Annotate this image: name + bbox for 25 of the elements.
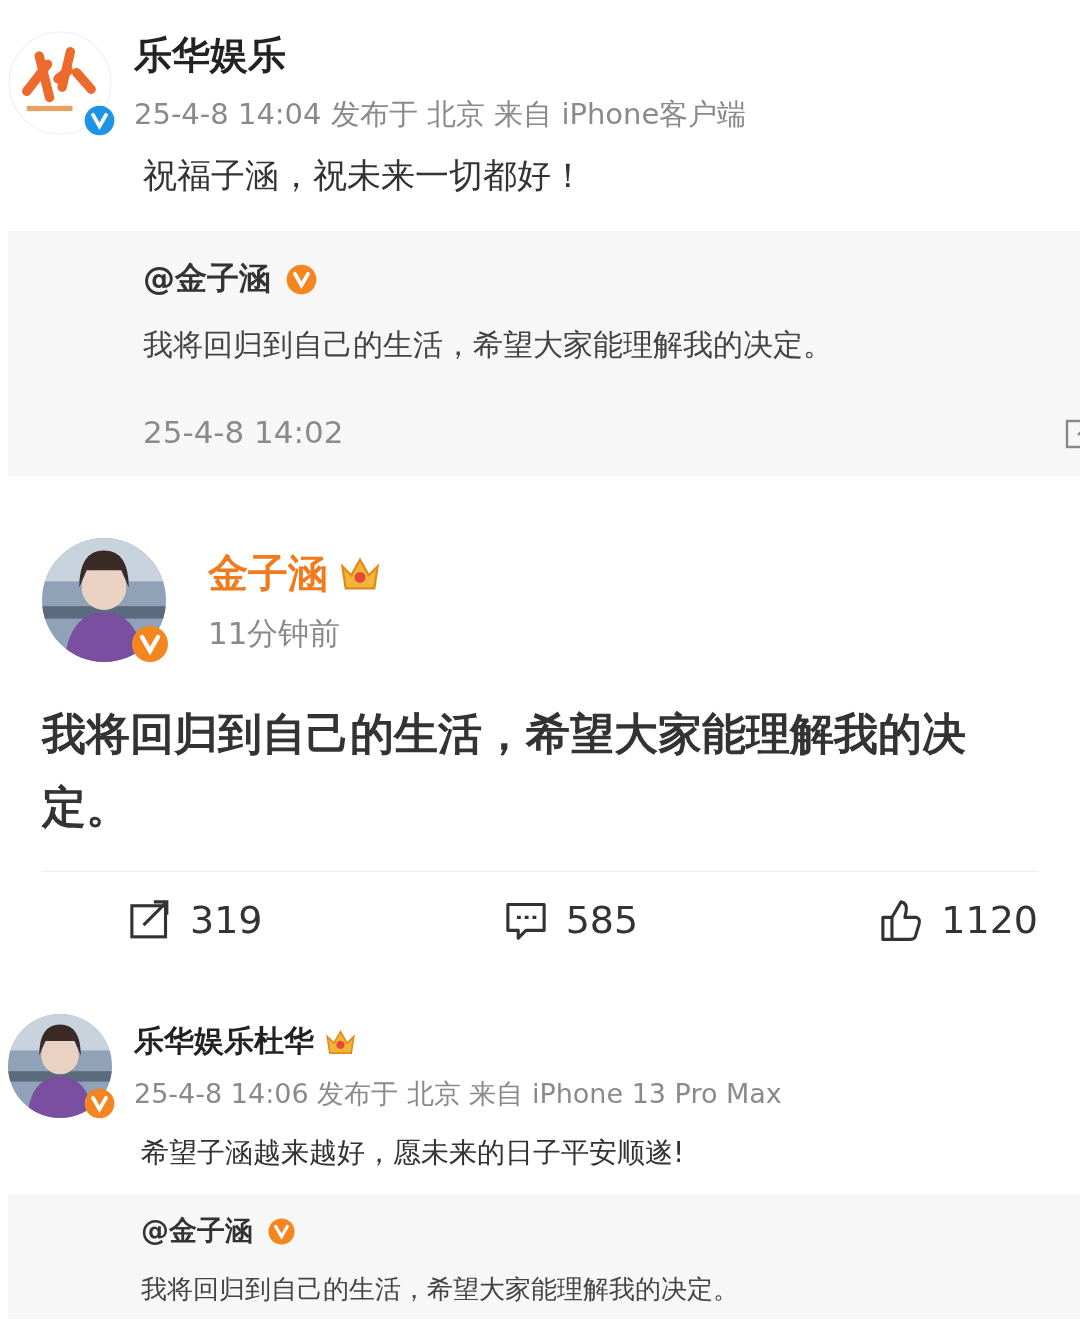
post-meta: 11分钟前 xyxy=(208,613,342,653)
post-text: 祝福子涵，祝未来一切都好！ xyxy=(142,154,586,197)
verified-badge-icon xyxy=(83,1087,116,1121)
quoted-author[interactable]: @金子涵 xyxy=(143,257,271,302)
verified-badge-icon xyxy=(285,262,318,296)
post-text: 希望子涵越来越好，愿未来的日子平安顺遂! xyxy=(140,1135,686,1172)
quoted-post[interactable]: @金子涵 我将回归到自己的生活，希望大家能理解我的决定。 xyxy=(8,1194,1080,1320)
quoted-author[interactable]: @金子涵 xyxy=(141,1212,253,1251)
post-text: 我将回归到自己的生活，希望大家能理解我的决定。 xyxy=(42,707,967,834)
quoted-time: 25-4-8 14:02 xyxy=(143,414,344,451)
post-meta: 25-4-8 14:06 发布于 北京 来自 iPhone 13 Pro Max xyxy=(134,1076,782,1111)
post-meta: 25-4-8 14:04 发布于 北京 来自 iPhone客户端 xyxy=(134,96,747,133)
comment-button[interactable]: 585 xyxy=(503,898,639,943)
quoted-text: 我将回归到自己的生活，希望大家能理解我的决定。 xyxy=(141,1273,740,1307)
verified-badge-icon xyxy=(130,624,170,665)
verified-badge-icon xyxy=(83,103,116,137)
logo-icon xyxy=(8,30,112,135)
quoted-post[interactable]: @金子涵 我将回归到自己的生活，希望大家能理解我的决定。 25-4-8 14:02 xyxy=(8,231,1080,477)
like-icon xyxy=(879,898,924,943)
verified-badge-icon xyxy=(267,1216,296,1246)
author-name[interactable]: 乐华娱乐 xyxy=(134,30,286,81)
like-button[interactable]: 1120 xyxy=(879,898,1038,943)
share-button[interactable]: 319 xyxy=(128,898,263,943)
author-name[interactable]: 乐华娱乐杜华 xyxy=(134,1020,314,1062)
quoted-text: 我将回归到自己的生活，希望大家能理解我的决定。 xyxy=(143,326,834,365)
